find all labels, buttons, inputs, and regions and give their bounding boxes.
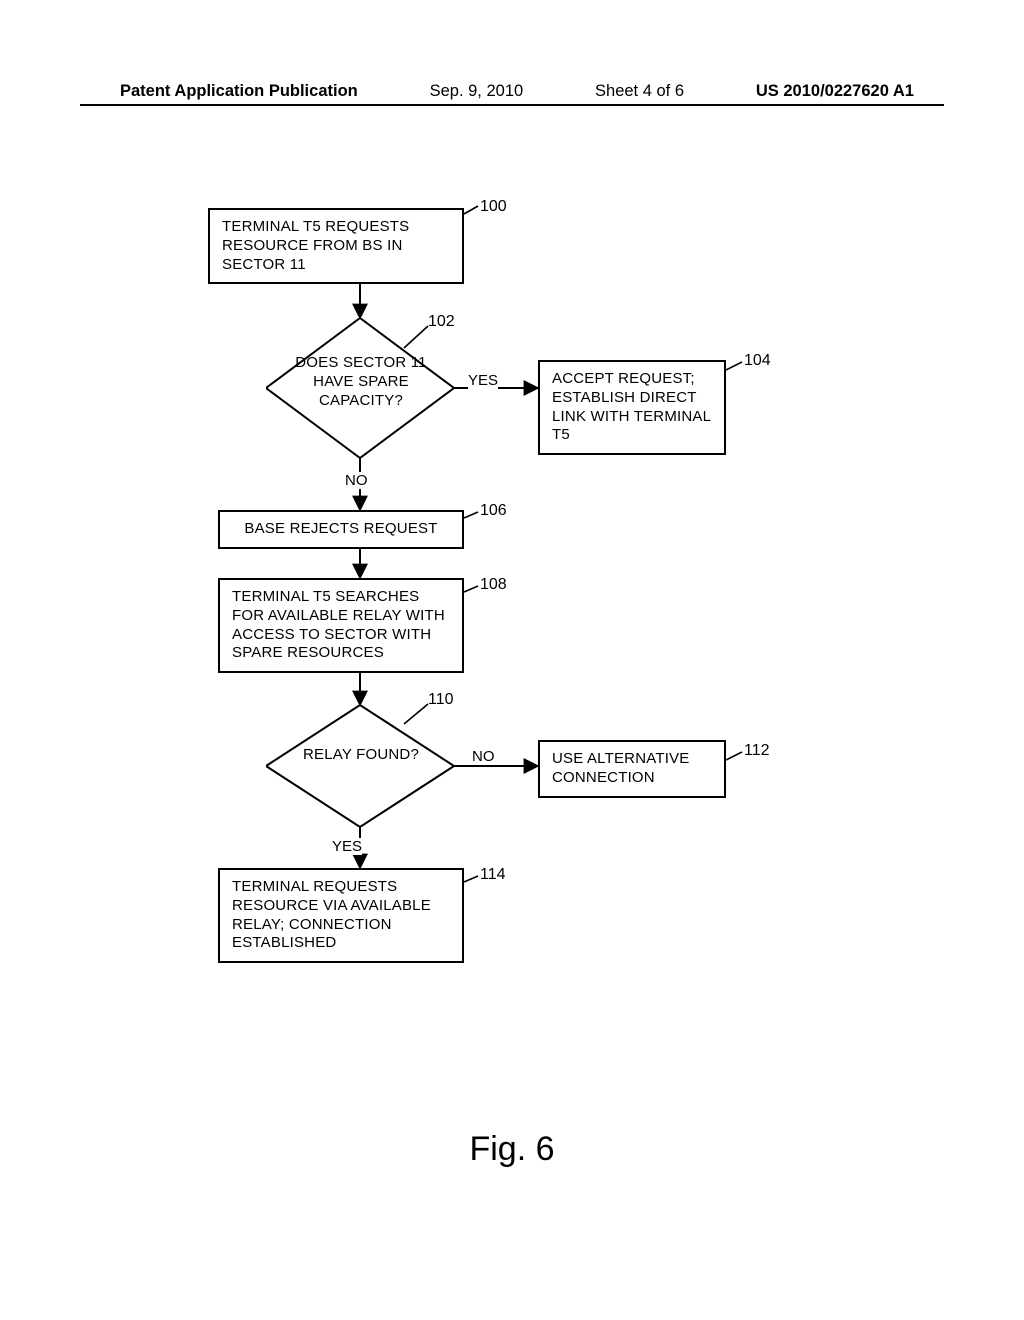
node-text: USE ALTERNATIVE CONNECTION [552, 750, 689, 786]
node-text: TERMINAL T5 SEARCHES FOR AVAILABLE RELAY… [232, 588, 445, 661]
ref-label: 114 [480, 866, 506, 884]
edge-label-yes: YES [332, 838, 362, 855]
page-header: Patent Application Publication Sep. 9, 2… [0, 82, 1024, 101]
sheet-number: Sheet 4 of 6 [595, 82, 684, 101]
ref-label: 104 [744, 352, 771, 370]
figure-caption: Fig. 6 [0, 1130, 1024, 1169]
edge-label-yes: YES [468, 372, 498, 389]
node-process-108: TERMINAL T5 SEARCHES FOR AVAILABLE RELAY… [218, 578, 464, 673]
ref-label: 110 [428, 691, 454, 709]
edge-label-no: NO [345, 472, 368, 489]
ref-label: 100 [480, 198, 507, 216]
node-text: TERMINAL T5 REQUESTS RESOURCE FROM BS IN… [222, 218, 409, 273]
flowchart: TERMINAL T5 REQUESTS RESOURCE FROM BS IN… [120, 200, 880, 1070]
node-text: RELAY FOUND? [276, 746, 446, 765]
node-decision-110 [266, 705, 454, 827]
ref-label: 102 [428, 313, 455, 331]
node-text: TERMINAL REQUESTS RESOURCE VIA AVAILABLE… [232, 878, 431, 951]
edge-label-no: NO [472, 748, 495, 765]
header-rule [80, 104, 944, 106]
publication-number: US 2010/0227620 A1 [756, 82, 914, 101]
ref-label: 108 [480, 576, 507, 594]
ref-label: 106 [480, 502, 507, 520]
node-process-106: BASE REJECTS REQUEST [218, 510, 464, 549]
node-process-112: USE ALTERNATIVE CONNECTION [538, 740, 726, 798]
publication-date: Sep. 9, 2010 [430, 82, 524, 101]
node-process-104: ACCEPT REQUEST; ESTABLISH DIRECT LINK WI… [538, 360, 726, 455]
publication-label: Patent Application Publication [120, 82, 358, 101]
ref-label: 112 [744, 742, 770, 760]
node-process-114: TERMINAL REQUESTS RESOURCE VIA AVAILABLE… [218, 868, 464, 963]
node-text: ACCEPT REQUEST; ESTABLISH DIRECT LINK WI… [552, 370, 711, 443]
node-text: DOES SECTOR 11 HAVE SPARE CAPACITY? [276, 354, 446, 410]
node-process-100: TERMINAL T5 REQUESTS RESOURCE FROM BS IN… [208, 208, 464, 284]
node-text: BASE REJECTS REQUEST [244, 520, 437, 537]
